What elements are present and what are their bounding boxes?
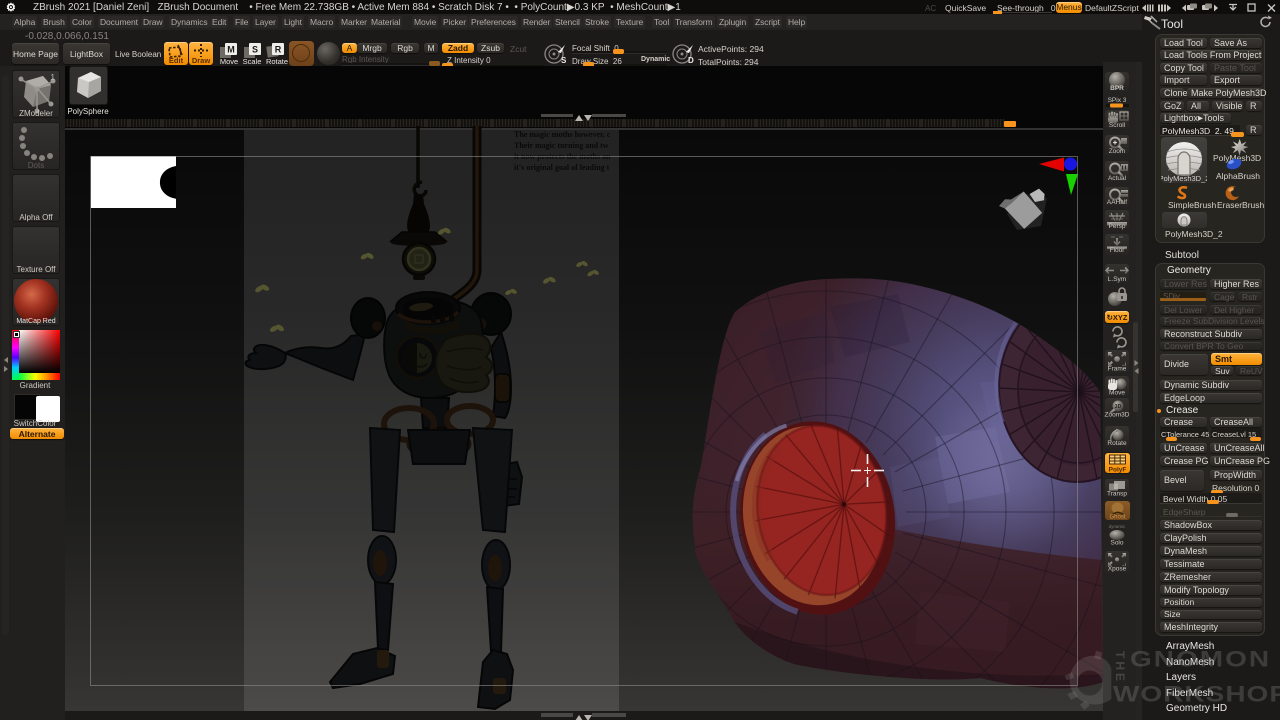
svg-text:Persp: Persp bbox=[1109, 223, 1126, 230]
svg-text:AAHalf: AAHalf bbox=[1107, 199, 1127, 206]
svg-text:Zoom: Zoom bbox=[1109, 148, 1126, 155]
svg-text:R: R bbox=[275, 45, 282, 55]
svg-text:Floor: Floor bbox=[1110, 247, 1126, 254]
svg-text:SPix 3: SPix 3 bbox=[1108, 97, 1127, 104]
svg-text:Frame: Frame bbox=[1108, 366, 1127, 373]
svg-text:Rotate: Rotate bbox=[266, 57, 288, 66]
svg-text:Scroll: Scroll bbox=[1109, 122, 1126, 129]
svg-text:Transp: Transp bbox=[1107, 491, 1127, 498]
svg-text:Actual: Actual bbox=[1108, 175, 1127, 182]
svg-text:Solo: Solo bbox=[1110, 540, 1123, 547]
svg-text:Ghost: Ghost bbox=[1109, 515, 1125, 521]
svg-text:M: M bbox=[227, 45, 235, 55]
svg-text:Draw: Draw bbox=[192, 56, 211, 65]
svg-text:Xpose: Xpose bbox=[1108, 566, 1127, 573]
svg-text:Move: Move bbox=[1109, 390, 1125, 397]
svg-text:Edit: Edit bbox=[169, 56, 184, 65]
svg-text:L.Sym: L.Sym bbox=[1108, 276, 1126, 283]
svg-text:Scale: Scale bbox=[243, 57, 262, 66]
svg-text:3D: 3D bbox=[1115, 404, 1122, 410]
svg-text:D: D bbox=[688, 56, 694, 65]
svg-text:PolyF: PolyF bbox=[1109, 467, 1127, 474]
svg-text:BPR: BPR bbox=[1110, 85, 1124, 92]
svg-text:S: S bbox=[252, 45, 258, 55]
svg-text:Zoom3D: Zoom3D bbox=[1105, 412, 1130, 419]
svg-text:S: S bbox=[561, 56, 567, 65]
svg-text:Move: Move bbox=[220, 57, 238, 66]
svg-text:Rotate: Rotate bbox=[1107, 440, 1127, 447]
svg-text:1: 1 bbox=[51, 73, 56, 82]
svg-text:PolyMesh3D_2: PolyMesh3D_2 bbox=[1161, 174, 1207, 183]
svg-text:dynamic: dynamic bbox=[1109, 524, 1127, 529]
